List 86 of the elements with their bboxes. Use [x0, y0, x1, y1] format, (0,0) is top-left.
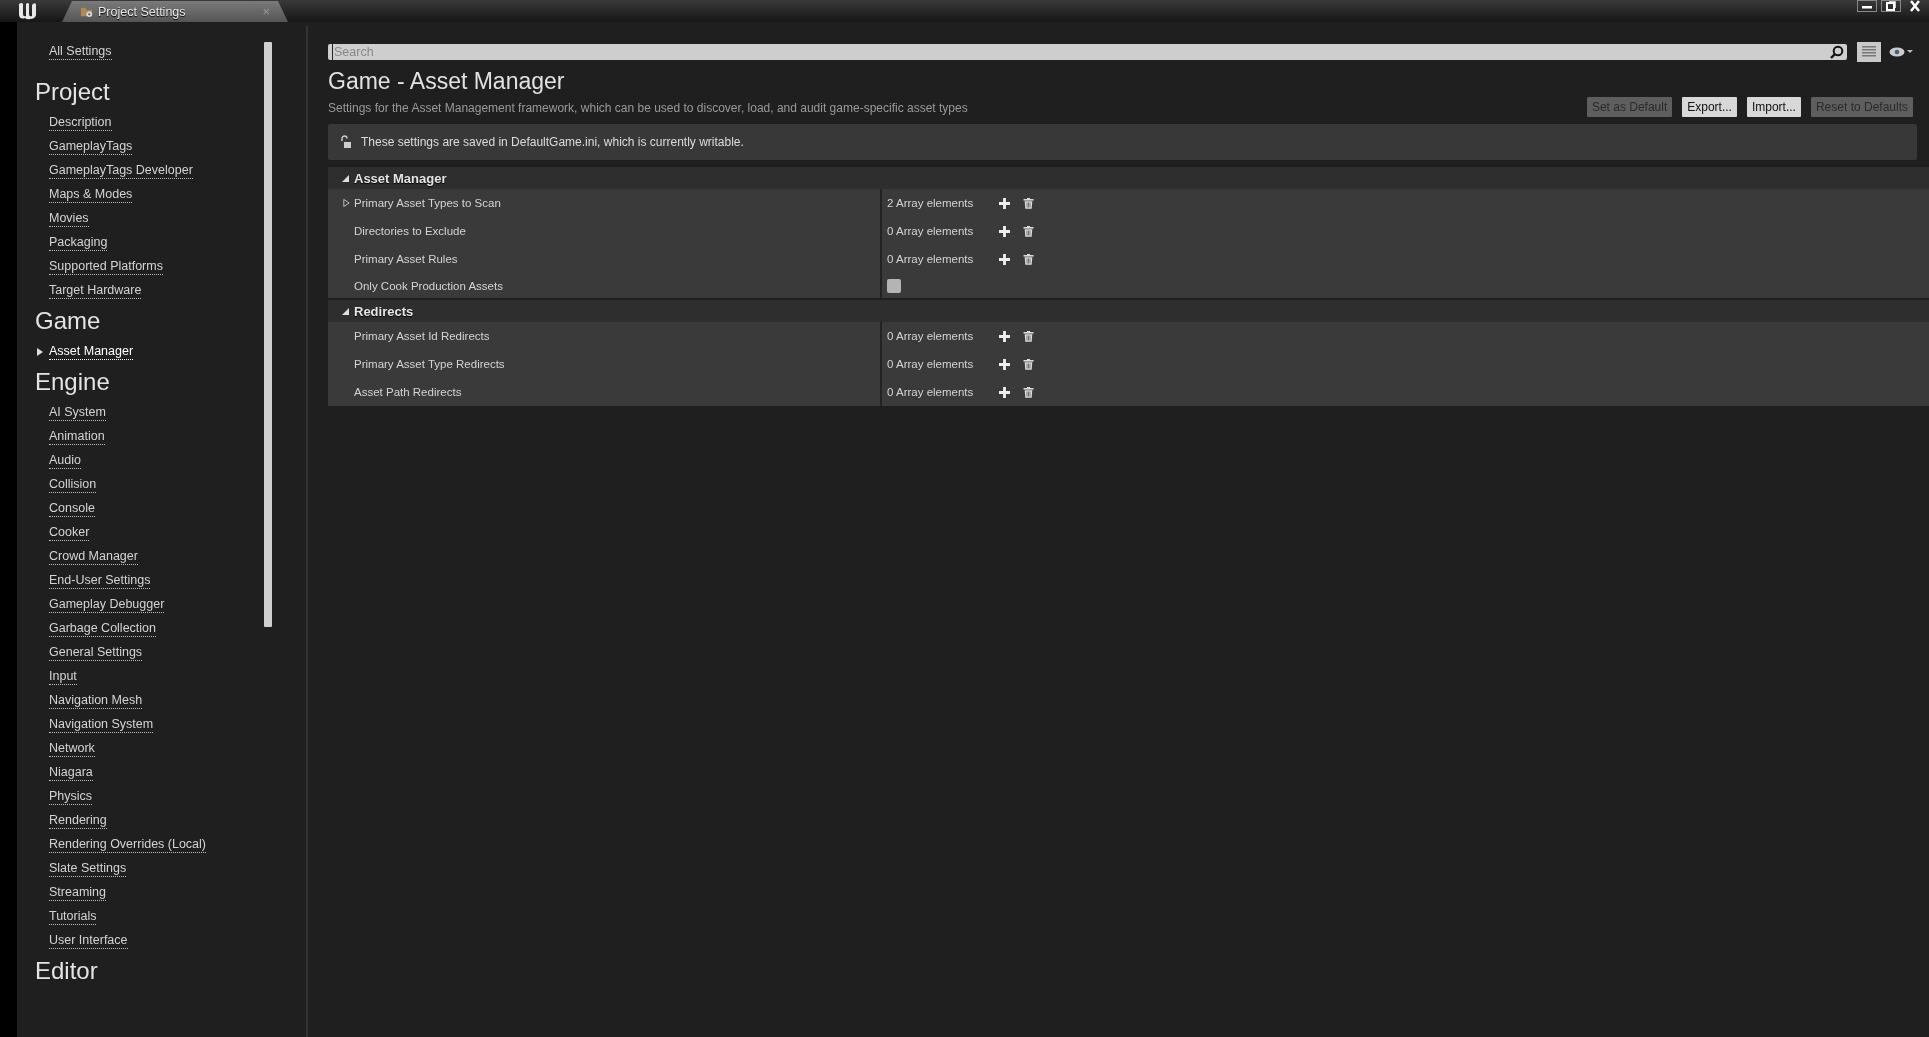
property-name: Primary Asset Types to Scan	[354, 197, 501, 209]
tab-title: Project Settings	[98, 4, 187, 19]
notice-text: These settings are saved in DefaultGame.ini, which is currently writable.	[361, 135, 744, 149]
settings-link[interactable]: Target Hardware	[49, 283, 142, 299]
search-icon	[1830, 45, 1844, 59]
settings-link[interactable]: Packaging	[49, 235, 108, 251]
section-heading: Project	[34, 77, 111, 107]
project-settings-tab[interactable]: Project Settings ×	[62, 1, 288, 22]
settings-link[interactable]: Animation	[49, 429, 105, 445]
array-count: 0 Array elements	[887, 386, 975, 398]
selected-arrow-icon	[37, 348, 43, 356]
search-field[interactable]: Search	[328, 44, 1847, 60]
settings-link[interactable]: End-User Settings	[49, 573, 151, 589]
expand-arrow-icon[interactable]	[342, 198, 351, 208]
minimize-icon[interactable]	[1857, 0, 1877, 12]
category-header[interactable]: Redirects	[328, 300, 1929, 322]
scrollbar-thumb[interactable]	[264, 42, 272, 627]
property-name: Primary Asset Rules	[354, 253, 458, 265]
trash-icon[interactable]	[1023, 330, 1034, 342]
settings-link[interactable]: Description	[49, 115, 112, 131]
property-name: Directories to Exclude	[354, 225, 466, 237]
settings-link[interactable]: Tutorials	[49, 909, 97, 925]
property-name: Primary Asset Type Redirects	[354, 358, 505, 370]
settings-link[interactable]: Crowd Manager	[49, 549, 138, 565]
array-count: 0 Array elements	[887, 253, 975, 265]
restore-icon[interactable]	[1881, 0, 1901, 12]
expand-arrow-icon	[342, 307, 349, 315]
grid-icon	[1862, 46, 1876, 58]
settings-link[interactable]: Streaming	[49, 885, 106, 901]
array-count: 0 Array elements	[887, 225, 975, 237]
settings-link[interactable]: Movies	[49, 211, 89, 227]
unlocked-lock-icon	[340, 135, 352, 149]
property-name: Only Cook Production Assets	[354, 279, 503, 292]
array-count: 0 Array elements	[887, 330, 975, 342]
trash-icon[interactable]	[1023, 253, 1034, 265]
settings-link[interactable]: Supported Platforms	[49, 259, 163, 275]
settings-link[interactable]: Audio	[49, 453, 81, 469]
page-description: Settings for the Asset Management framework, which can be used to discover, load, and audit game-specific asset types	[328, 101, 969, 115]
eye-dropdown-icon[interactable]	[1889, 46, 1915, 58]
plus-icon[interactable]	[999, 197, 1010, 209]
plus-icon[interactable]	[999, 253, 1010, 265]
settings-link[interactable]: Rendering	[49, 813, 107, 829]
settings-link[interactable]: Garbage Collection	[49, 621, 156, 637]
array-count: 2 Array elements	[887, 197, 975, 209]
section-heading: Editor	[34, 956, 99, 986]
action-button[interactable]: Export...	[1682, 97, 1737, 117]
plus-icon[interactable]	[999, 358, 1010, 370]
section-heading: Engine	[34, 367, 111, 397]
settings-link[interactable]: Physics	[49, 789, 93, 805]
trash-icon[interactable]	[1023, 197, 1034, 209]
array-count: 0 Array elements	[887, 358, 975, 370]
settings-link[interactable]: GameplayTags Developer	[49, 163, 193, 179]
settings-link[interactable]: Maps & Modes	[49, 187, 133, 203]
settings-link[interactable]: General Settings	[49, 645, 143, 661]
settings-link[interactable]: Asset Manager	[49, 344, 134, 360]
trash-icon[interactable]	[1023, 358, 1034, 370]
plus-icon[interactable]	[999, 330, 1010, 342]
plus-icon[interactable]	[999, 225, 1010, 237]
section-heading: Game	[34, 306, 102, 336]
category-header[interactable]: Asset Manager	[328, 167, 1929, 189]
settings-link[interactable]: Navigation Mesh	[49, 693, 143, 709]
settings-link[interactable]: GameplayTags	[49, 139, 133, 155]
trash-icon[interactable]	[1023, 386, 1034, 398]
settings-link[interactable]: Navigation System	[49, 717, 154, 733]
settings-link[interactable]: Collision	[49, 477, 97, 493]
settings-link[interactable]: Slate Settings	[49, 861, 127, 877]
folder-gear-icon	[80, 5, 93, 18]
property-name: Asset Path Redirects	[354, 386, 462, 398]
trash-icon[interactable]	[1023, 225, 1034, 237]
table-view-button[interactable]	[1857, 42, 1881, 62]
plus-icon[interactable]	[999, 386, 1010, 398]
settings-link[interactable]: Input	[49, 669, 77, 685]
settings-link[interactable]: User Interface	[49, 933, 128, 949]
all-settings-link[interactable]: All Settings	[49, 44, 112, 60]
action-button[interactable]: Import...	[1746, 97, 1801, 117]
checkbox[interactable]	[887, 278, 901, 293]
property-name: Primary Asset Id Redirects	[354, 330, 490, 342]
settings-link[interactable]: Niagara	[49, 765, 93, 781]
settings-link[interactable]: Network	[49, 741, 95, 757]
expand-arrow-icon	[342, 174, 349, 182]
settings-link[interactable]: Rendering Overrides (Local)	[49, 837, 206, 853]
settings-link[interactable]: Console	[49, 501, 95, 517]
settings-link[interactable]: AI System	[49, 405, 106, 421]
settings-link[interactable]: Gameplay Debugger	[49, 597, 165, 613]
settings-link[interactable]: Cooker	[49, 525, 90, 541]
page-title: Game - Asset Manager	[328, 67, 566, 96]
